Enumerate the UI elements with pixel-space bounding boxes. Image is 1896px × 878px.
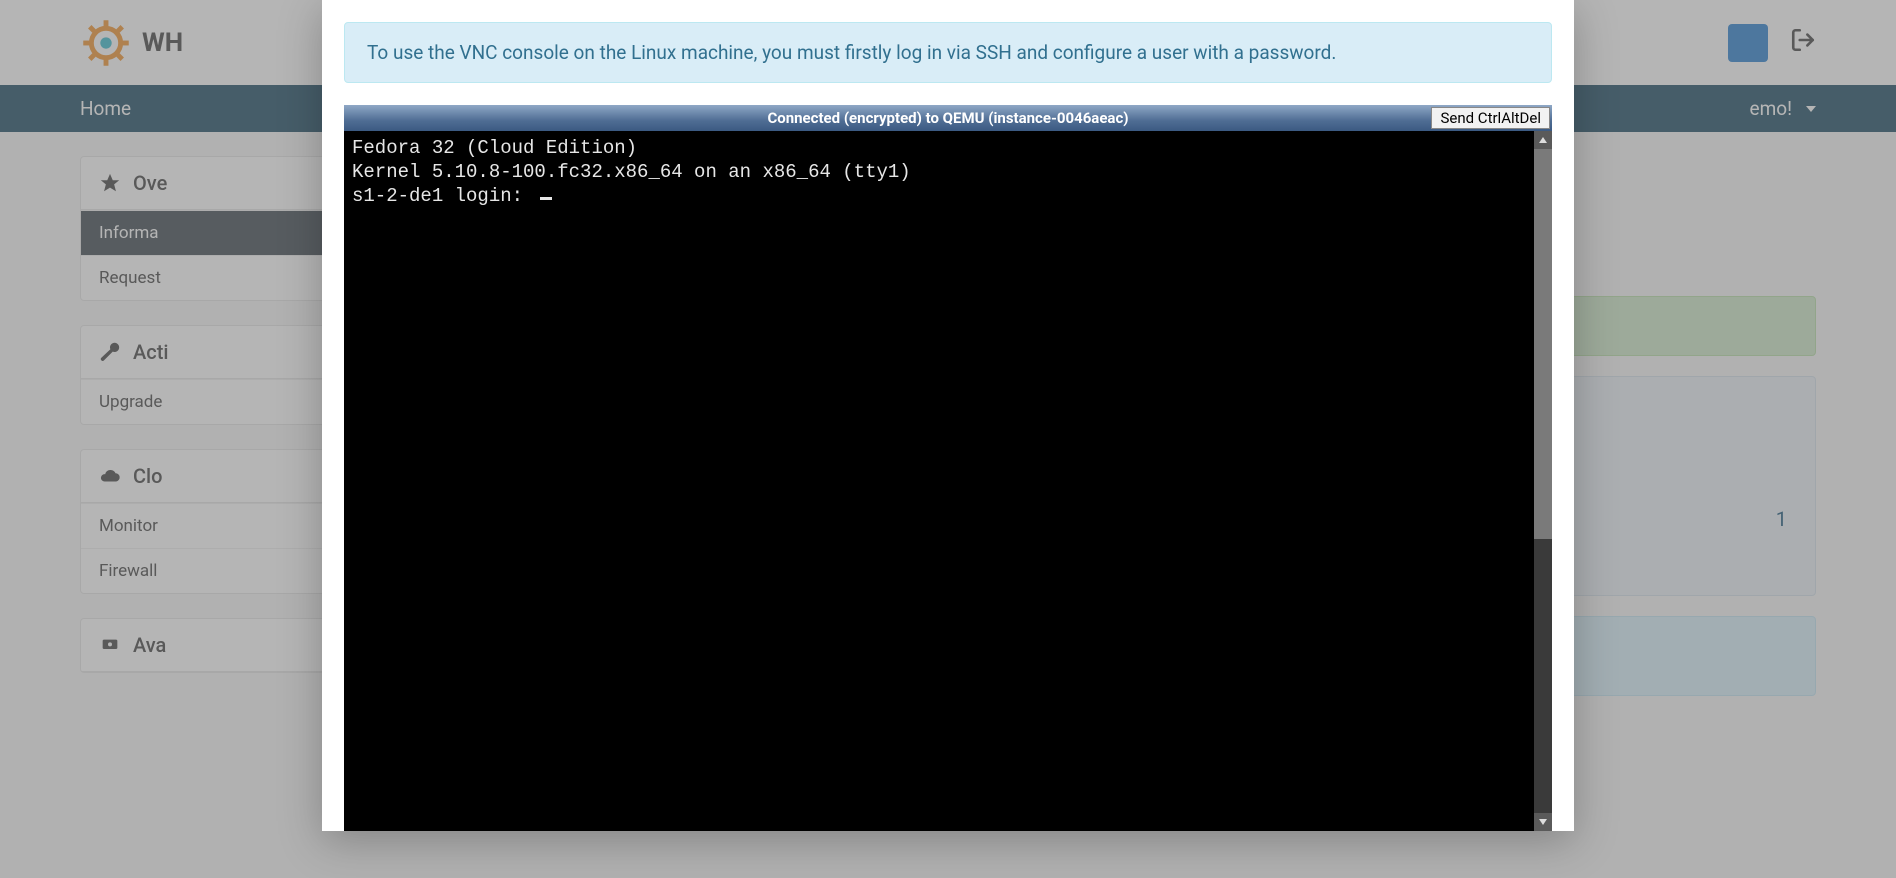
scroll-up-button[interactable] bbox=[1534, 131, 1552, 149]
vnc-terminal[interactable]: Fedora 32 (Cloud Edition)Kernel 5.10.8-1… bbox=[344, 131, 1534, 831]
vnc-status-text: Connected (encrypted) to QEMU (instance-… bbox=[767, 109, 1128, 127]
vnc-modal: To use the VNC console on the Linux mach… bbox=[322, 0, 1574, 831]
vnc-frame: Connected (encrypted) to QEMU (instance-… bbox=[344, 105, 1552, 831]
vnc-info-alert: To use the VNC console on the Linux mach… bbox=[344, 22, 1552, 83]
terminal-cursor bbox=[540, 197, 552, 200]
scroll-thumb[interactable] bbox=[1534, 149, 1552, 539]
scroll-down-button[interactable] bbox=[1534, 813, 1552, 831]
send-ctrlaltdel-button[interactable]: Send CtrlAltDel bbox=[1431, 107, 1550, 129]
terminal-scrollbar[interactable] bbox=[1534, 131, 1552, 831]
vnc-titlebar: Connected (encrypted) to QEMU (instance-… bbox=[344, 105, 1552, 131]
